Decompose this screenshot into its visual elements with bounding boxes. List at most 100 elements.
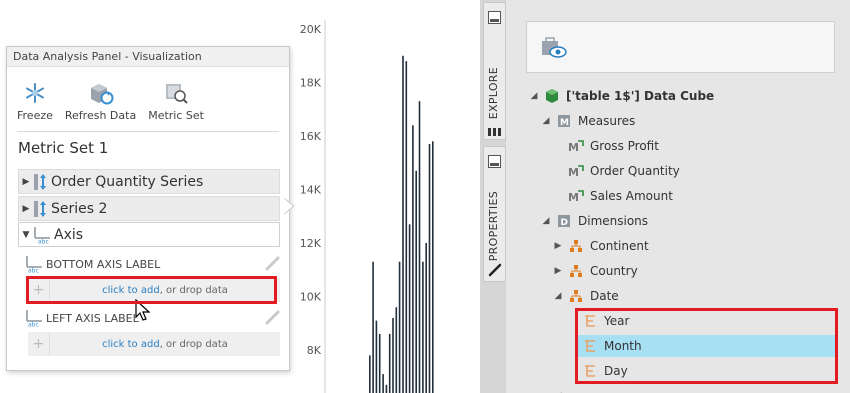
properties-tab-label: PROPERTIES [487, 191, 500, 262]
freeze-button[interactable]: Freeze [17, 79, 53, 122]
panel-pointer [284, 198, 295, 214]
toolbar-divider [17, 131, 279, 132]
series-axis-icon [34, 200, 46, 217]
refresh-data-button[interactable]: Refresh Data [65, 79, 136, 122]
bar[interactable] [395, 307, 398, 393]
bar[interactable] [375, 320, 378, 393]
refresh-data-label: Refresh Data [64, 109, 137, 122]
date-level-label: Month [604, 339, 642, 353]
bar[interactable] [408, 224, 411, 393]
dimensions-label: Dimensions [578, 214, 649, 228]
bar[interactable] [402, 55, 404, 393]
y-tick-label: 8K [307, 344, 322, 357]
explore-tab-label: EXPLORE [487, 67, 500, 120]
measure-icon: M [568, 188, 584, 204]
measure-label: Gross Profit [590, 139, 659, 153]
tree-item-year[interactable]: Year [578, 310, 629, 332]
dimension-label: Date [590, 289, 619, 303]
tree-item-partial[interactable]: ◢ [552, 385, 564, 393]
pencil-icon[interactable] [264, 309, 280, 325]
bottom-axis-drop-zone[interactable]: + click to add, or drop data [28, 278, 280, 302]
data-cube-label: ['table 1$'] Data Cube [566, 89, 715, 103]
panel-title[interactable]: Data Analysis Panel - Visualization [7, 47, 289, 67]
axis-abc-icon: abc [34, 226, 50, 244]
bar[interactable] [388, 333, 391, 393]
data-source-box[interactable] [526, 21, 835, 73]
series-row-series-2[interactable]: ▶ Series 2 [18, 196, 280, 221]
tree-item-gross-profit[interactable]: M Gross Profit [564, 135, 659, 157]
bar[interactable] [432, 141, 434, 393]
metric-set-title: Metric Set 1 [18, 139, 109, 157]
freeze-label: Freeze [17, 109, 53, 122]
tree-item-day[interactable]: Day [578, 360, 628, 382]
bar[interactable] [428, 144, 431, 393]
bar[interactable] [425, 243, 427, 393]
bar[interactable] [398, 261, 401, 393]
collapse-icon[interactable]: ◢ [540, 116, 552, 126]
svg-text:M: M [568, 191, 579, 203]
add-icon[interactable]: + [28, 332, 50, 356]
tree-item-sales-amount[interactable]: M Sales Amount [564, 185, 673, 207]
tree-item-continent[interactable]: ▶ Continent [552, 235, 649, 257]
measure-icon: M [568, 138, 584, 154]
svg-text:M: M [568, 166, 579, 178]
level-icon [582, 313, 598, 329]
tree-item-month[interactable]: Month [578, 335, 642, 357]
svg-text:D: D [561, 218, 568, 228]
y-tick-label: 14K [300, 184, 322, 197]
tree-item-date[interactable]: ◢ Date [552, 285, 619, 307]
tree-item-order-quantity[interactable]: M Order Quantity [564, 160, 680, 182]
y-tick-label: 16K [300, 130, 322, 143]
hierarchy-icon [568, 238, 584, 254]
hidden-data-icon[interactable] [540, 36, 568, 60]
expand-down-icon[interactable]: ▼ [19, 230, 33, 240]
expand-right-icon[interactable]: ▶ [19, 204, 33, 214]
measure-label: Sales Amount [590, 189, 673, 203]
metric-set-button[interactable]: Metric Set [148, 79, 204, 122]
tab-properties[interactable]: PROPERTIES [483, 146, 506, 282]
bar[interactable] [405, 61, 408, 393]
tree-item-measures[interactable]: ◢ M Measures [540, 110, 636, 132]
axis-abc-icon: abc [26, 310, 42, 327]
collapse-icon[interactable]: ◢ [528, 91, 540, 101]
series-row-order-quantity[interactable]: ▶ Order Quantity Series [18, 169, 280, 194]
bar[interactable] [378, 333, 381, 393]
expand-right-icon[interactable]: ▶ [19, 177, 33, 187]
bar[interactable] [369, 355, 371, 393]
bar[interactable] [422, 261, 424, 393]
bar[interactable] [412, 125, 414, 393]
measures-folder-icon: M [556, 113, 572, 129]
bar[interactable] [372, 261, 374, 393]
cube-bars-icon [488, 128, 501, 136]
tab-explore[interactable]: EXPLORE [483, 2, 506, 140]
collapse-icon[interactable]: ◢ [552, 291, 564, 301]
svg-text:M: M [560, 118, 569, 128]
data-analysis-panel: Data Analysis Panel - Visualization Free… [6, 46, 290, 371]
hierarchy-icon [568, 263, 584, 279]
click-to-add-link[interactable]: click to add [102, 285, 160, 296]
bar-chart-svg: 20K 18K 16K 14K 12K 10K 8K [300, 20, 434, 393]
tree-item-data-cube[interactable]: ◢ ['table 1$'] Data Cube [528, 85, 714, 107]
add-icon[interactable]: + [28, 278, 50, 302]
tree-item-dimensions[interactable]: ◢ D Dimensions [540, 210, 649, 232]
svg-text:abc: abc [38, 238, 49, 244]
pencil-icon[interactable] [264, 255, 280, 271]
click-to-add-link[interactable]: click to add [102, 339, 160, 350]
expand-icon[interactable]: ▶ [552, 241, 564, 251]
series-label: Series 2 [51, 200, 108, 217]
metric-set-icon [163, 79, 189, 107]
window-icon[interactable] [488, 11, 501, 24]
collapse-icon[interactable]: ◢ [540, 216, 552, 226]
bar[interactable] [392, 317, 394, 393]
bar[interactable] [418, 101, 421, 393]
axis-row[interactable]: ▼ abc Axis [18, 222, 280, 247]
left-axis-drop-zone[interactable]: + click to add, or drop data [28, 332, 280, 356]
mouse-cursor-icon [135, 299, 151, 321]
bar[interactable] [382, 374, 384, 393]
bar[interactable] [415, 170, 417, 393]
svg-text:abc: abc [28, 268, 39, 274]
bar[interactable] [385, 384, 388, 393]
window-icon[interactable] [488, 155, 501, 168]
tree-item-country[interactable]: ▶ Country [552, 260, 638, 282]
expand-icon[interactable]: ▶ [552, 266, 564, 276]
